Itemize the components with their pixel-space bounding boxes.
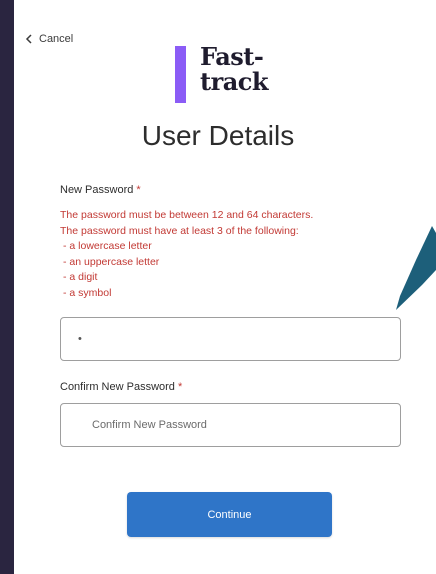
page: Cancel Fast- track User Details New Pass… xyxy=(0,0,436,574)
password-rules: The password must be between 12 and 64 c… xyxy=(60,208,400,301)
logo-accent-bar xyxy=(175,46,186,103)
rule-digit: - a digit xyxy=(63,271,98,283)
confirm-password-label: Confirm New Password * xyxy=(60,381,182,393)
rule-uppercase: - an uppercase letter xyxy=(63,255,160,268)
continue-button[interactable]: Continue xyxy=(127,492,332,537)
required-marker: * xyxy=(136,184,141,196)
confirm-password-placeholder: Confirm New Password xyxy=(92,419,207,431)
confirm-password-label-text: Confirm New Password xyxy=(60,381,175,393)
cancel-link[interactable]: Cancel xyxy=(25,33,73,45)
new-password-value: • xyxy=(78,333,82,345)
rule-complexity: The password must have at least 3 of the… xyxy=(60,224,299,237)
fasttrack-logo: Fast- track xyxy=(175,42,269,103)
new-password-label: New Password * xyxy=(60,184,141,196)
rule-lowercase: - a lowercase letter xyxy=(63,240,152,252)
new-password-label-text: New Password xyxy=(60,184,134,196)
rule-length: The password must be between 12 and 64 c… xyxy=(60,209,314,221)
logo-line-1: Fast- xyxy=(200,42,264,71)
cancel-label: Cancel xyxy=(39,33,74,45)
new-password-input[interactable]: • xyxy=(60,317,401,361)
required-marker: * xyxy=(177,381,183,393)
confirm-password-input[interactable]: Confirm New Password xyxy=(60,403,401,447)
rule-symbol: - a symbol xyxy=(63,286,112,299)
callout-arrow-icon xyxy=(396,226,436,310)
page-title: User Details xyxy=(141,120,295,151)
logo-line-2: track xyxy=(200,67,269,96)
chevron-left-icon xyxy=(25,34,33,44)
logo-text: Fast- track xyxy=(200,42,269,96)
